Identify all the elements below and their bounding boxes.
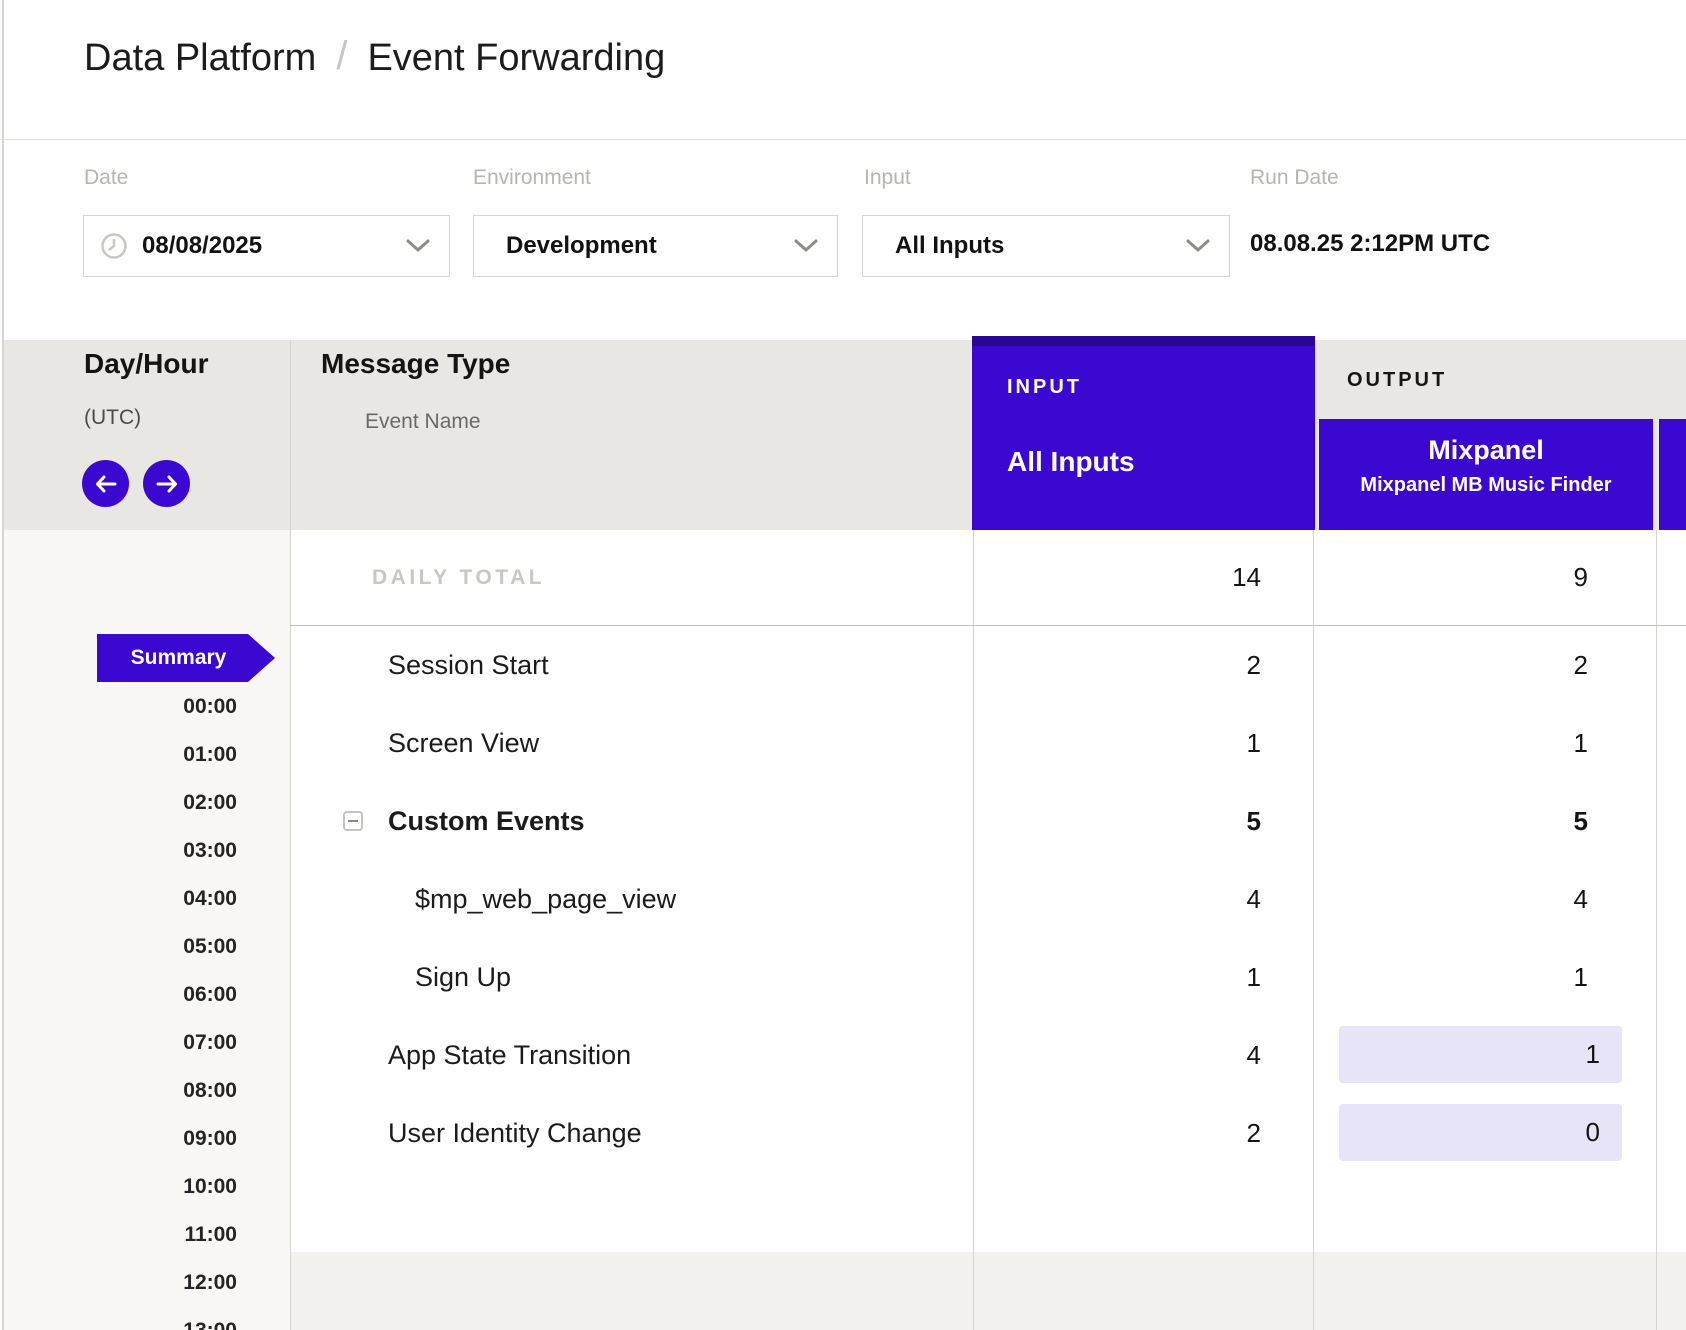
environment-filter-label: Environment xyxy=(473,166,591,190)
summary-tab[interactable]: Summary xyxy=(97,634,248,682)
collapse-icon[interactable] xyxy=(343,811,363,831)
daily-total-label: DAILY TOTAL xyxy=(372,530,545,625)
hour-row-09[interactable]: 09:00 xyxy=(4,1115,237,1163)
run-date-value: 08.08.25 2:12PM UTC xyxy=(1250,230,1490,258)
event-name: Sign Up xyxy=(415,938,511,1016)
table-row: Sign Up 1 1 xyxy=(290,938,1686,1016)
input-header-name: All Inputs xyxy=(1007,446,1135,478)
daily-total-row: DAILY TOTAL 14 9 xyxy=(290,530,1686,626)
input-count: 2 xyxy=(973,626,1261,704)
input-count: 1 xyxy=(973,938,1261,1016)
hour-row-05[interactable]: 05:00 xyxy=(4,923,237,971)
next-day-button[interactable] xyxy=(143,460,190,507)
output-column-header-mixpanel[interactable]: Mixpanel Mixpanel MB Music Finder xyxy=(1319,419,1653,530)
event-name-column-subtitle: Event Name xyxy=(365,410,481,434)
hour-row-10[interactable]: 10:00 xyxy=(4,1163,237,1211)
day-hour-column-title: Day/Hour xyxy=(84,348,208,380)
event-name: $mp_web_page_view xyxy=(415,860,676,938)
event-name: Custom Events xyxy=(388,782,585,860)
hour-row-02[interactable]: 02:00 xyxy=(4,779,237,827)
input-count: 4 xyxy=(973,1016,1261,1094)
event-name: Screen View xyxy=(388,704,539,782)
hour-row-00[interactable]: 00:00 xyxy=(4,683,237,731)
date-filter-label: Date xyxy=(84,166,128,190)
output-count: 2 xyxy=(1319,626,1588,704)
environment-value: Development xyxy=(506,232,657,260)
arrow-right-icon xyxy=(155,474,179,494)
summary-tab-label: Summary xyxy=(97,634,248,682)
output-count: 1 xyxy=(1319,938,1588,1016)
table-row-custom-events: Custom Events 5 5 xyxy=(290,782,1686,860)
input-filter-label: Input xyxy=(864,166,911,190)
input-header-label: INPUT xyxy=(1007,376,1082,399)
daily-total-input-value: 14 xyxy=(973,530,1261,625)
previous-day-button[interactable] xyxy=(82,460,129,507)
date-dropdown[interactable]: 08/08/2025 xyxy=(83,215,450,277)
hour-row-01[interactable]: 01:00 xyxy=(4,731,237,779)
minus-icon xyxy=(348,820,358,822)
day-hour-timezone: (UTC) xyxy=(84,406,141,430)
input-count: 5 xyxy=(973,782,1261,860)
input-count: 1 xyxy=(973,704,1261,782)
hour-row-07[interactable]: 07:00 xyxy=(4,1019,237,1067)
table-row: $mp_web_page_view 4 4 xyxy=(290,860,1686,938)
output-count: 4 xyxy=(1319,860,1588,938)
output-column-header-next-partial[interactable] xyxy=(1659,419,1686,530)
hour-row-11[interactable]: 11:00 xyxy=(4,1211,237,1259)
breadcrumb-separator: / xyxy=(336,34,347,79)
hour-row-08[interactable]: 08:00 xyxy=(4,1067,237,1115)
header-divider xyxy=(0,139,1686,140)
input-count: 2 xyxy=(973,1094,1261,1172)
clock-icon xyxy=(100,232,128,260)
table-row: Screen View 1 1 xyxy=(290,704,1686,782)
event-name: Session Start xyxy=(388,626,549,704)
hour-row-13[interactable]: 13:00 xyxy=(4,1307,237,1330)
table-row: User Identity Change 2 0 xyxy=(290,1094,1686,1172)
chevron-down-icon xyxy=(405,238,431,254)
input-column-header[interactable]: INPUT All Inputs xyxy=(972,336,1315,530)
breadcrumb: Data Platform / Event Forwarding xyxy=(84,36,665,81)
input-value: All Inputs xyxy=(895,232,1004,260)
hour-row-12[interactable]: 12:00 xyxy=(4,1259,237,1307)
input-dropdown[interactable]: All Inputs xyxy=(862,215,1230,277)
output-count-highlighted: 0 xyxy=(1339,1104,1622,1161)
hour-row-03[interactable]: 03:00 xyxy=(4,827,237,875)
environment-dropdown[interactable]: Development xyxy=(473,215,838,277)
output-section-label: OUTPUT xyxy=(1347,369,1447,392)
page-title: Event Forwarding xyxy=(367,37,665,80)
table-row: App State Transition 4 1 xyxy=(290,1016,1686,1094)
table-footer-background xyxy=(290,1252,1686,1330)
output-count: 1 xyxy=(1319,704,1588,782)
summary-arrow-tip-icon xyxy=(248,634,275,682)
output-count-highlighted: 1 xyxy=(1339,1026,1622,1083)
output-subtitle: Mixpanel MB Music Finder xyxy=(1319,474,1653,497)
message-type-column-title: Message Type xyxy=(321,348,510,380)
input-count: 4 xyxy=(973,860,1261,938)
hour-row-04[interactable]: 04:00 xyxy=(4,875,237,923)
output-name: Mixpanel xyxy=(1319,435,1653,466)
output-count: 5 xyxy=(1319,782,1588,860)
event-forwarding-page: Data Platform / Event Forwarding Date En… xyxy=(0,0,1686,1330)
arrow-left-icon xyxy=(94,474,118,494)
event-name: App State Transition xyxy=(388,1016,631,1094)
run-date-label: Run Date xyxy=(1250,166,1339,190)
chevron-down-icon xyxy=(793,238,819,254)
daily-total-output-value: 9 xyxy=(1319,530,1588,625)
table-row: Session Start 2 2 xyxy=(290,626,1686,704)
breadcrumb-section[interactable]: Data Platform xyxy=(84,37,316,80)
event-name: User Identity Change xyxy=(388,1094,642,1172)
hour-row-06[interactable]: 06:00 xyxy=(4,971,237,1019)
chevron-down-icon xyxy=(1185,238,1211,254)
date-value: 08/08/2025 xyxy=(142,232,262,260)
